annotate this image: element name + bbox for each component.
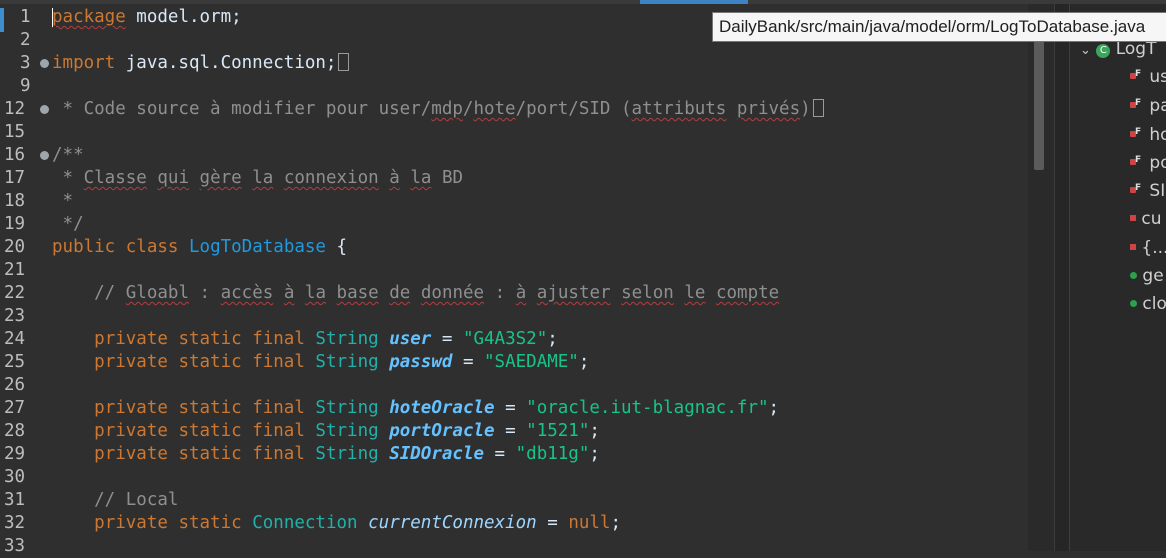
outline-item[interactable]: ho xyxy=(1130,121,1166,146)
overview-ruler[interactable] xyxy=(1054,4,1069,551)
line-number: 32 xyxy=(4,513,26,533)
code-line[interactable]: * xyxy=(52,190,74,213)
outline-item[interactable]: us xyxy=(1130,63,1166,88)
line-number: 21 xyxy=(4,260,26,280)
code-line[interactable]: // Gloabl : accès à la base de donnée : … xyxy=(52,282,779,305)
code-line[interactable]: /** xyxy=(52,144,84,167)
static-final-field-icon xyxy=(1130,121,1144,143)
code-line[interactable]: public class LogToDatabase { xyxy=(52,236,347,259)
line-number: 19 xyxy=(4,214,26,234)
code-line[interactable]: package model.orm; xyxy=(52,6,242,29)
class-icon: C xyxy=(1096,44,1111,58)
file-path-tooltip: DailyBank/src/main/java/model/orm/LogToD… xyxy=(712,12,1166,42)
code-line[interactable]: * Code source à modifier pour user/mdp/h… xyxy=(52,98,824,121)
scrollbar-thumb[interactable] xyxy=(1034,34,1044,170)
code-line[interactable]: private static Connection currentConnexi… xyxy=(52,512,621,535)
fold-collapse-icon[interactable] xyxy=(40,151,49,160)
code-line[interactable]: private static final String SIDOracle = … xyxy=(52,443,600,466)
public-static-method-icon xyxy=(1130,272,1137,279)
code-line[interactable]: private static final String portOracle =… xyxy=(52,420,600,443)
line-number: 20 xyxy=(4,237,26,257)
line-number: 31 xyxy=(4,490,26,510)
code-line[interactable]: private static final String hoteOracle =… xyxy=(52,397,779,420)
line-number: 30 xyxy=(4,467,26,487)
code-line[interactable]: private static final String user = "G4A3… xyxy=(52,328,558,351)
code-line[interactable]: private static final String passwd = "SA… xyxy=(52,351,589,374)
line-number: 9 xyxy=(20,76,31,96)
fold-expand-icon[interactable] xyxy=(40,105,49,114)
line-number: 25 xyxy=(4,352,26,372)
line-number: 15 xyxy=(4,122,26,142)
public-static-method-icon xyxy=(1130,300,1137,307)
line-number: 22 xyxy=(4,283,26,303)
folded-region-icon[interactable] xyxy=(812,99,824,117)
outline-item[interactable]: {... xyxy=(1130,237,1166,259)
line-number-gutter: 1 2 3 9 12 15 16 17 18 19 20 21 22 23 24… xyxy=(0,4,52,556)
line-number: 24 xyxy=(4,329,26,349)
code-line[interactable]: * Classe qui gère la connexion à la BD xyxy=(52,167,463,190)
outline-item[interactable]: SI xyxy=(1130,177,1165,202)
static-final-field-icon xyxy=(1130,92,1144,114)
outline-item[interactable]: clo xyxy=(1130,293,1166,315)
outline-panel[interactable]: ⌄ C LogT us pa ho po SI cu {... ge clo xyxy=(1069,4,1166,551)
line-number: 1 xyxy=(20,7,31,27)
static-final-field-icon xyxy=(1130,149,1144,171)
line-number: 18 xyxy=(4,191,26,211)
static-final-field-icon xyxy=(1130,177,1144,199)
line-number: 28 xyxy=(4,421,26,441)
editor-vertical-scrollbar[interactable] xyxy=(1028,4,1054,551)
static-final-field-icon xyxy=(1130,63,1144,85)
outline-item[interactable]: cu xyxy=(1130,208,1162,230)
chevron-down-icon[interactable]: ⌄ xyxy=(1080,43,1091,58)
fold-expand-icon[interactable] xyxy=(40,59,49,68)
outline-item[interactable]: pa xyxy=(1130,92,1166,117)
code-line[interactable]: // Local xyxy=(52,489,178,512)
line-number: 29 xyxy=(4,444,26,464)
outline-item[interactable]: ge xyxy=(1130,265,1164,287)
line-number: 17 xyxy=(4,168,26,188)
outline-item[interactable]: po xyxy=(1130,149,1166,174)
code-line[interactable]: */ xyxy=(52,213,84,236)
static-initializer-icon xyxy=(1130,244,1136,250)
line-number: 2 xyxy=(20,30,31,50)
line-number: 27 xyxy=(4,398,26,418)
code-editor[interactable]: package model.orm; import java.sql.Conne… xyxy=(52,4,1028,551)
folded-region-icon[interactable] xyxy=(338,53,350,71)
line-number: 23 xyxy=(4,306,26,326)
line-number: 26 xyxy=(4,375,26,395)
code-line[interactable]: import java.sql.Connection; xyxy=(52,52,350,75)
private-static-field-icon xyxy=(1130,215,1136,221)
line-number: 33 xyxy=(4,536,26,556)
